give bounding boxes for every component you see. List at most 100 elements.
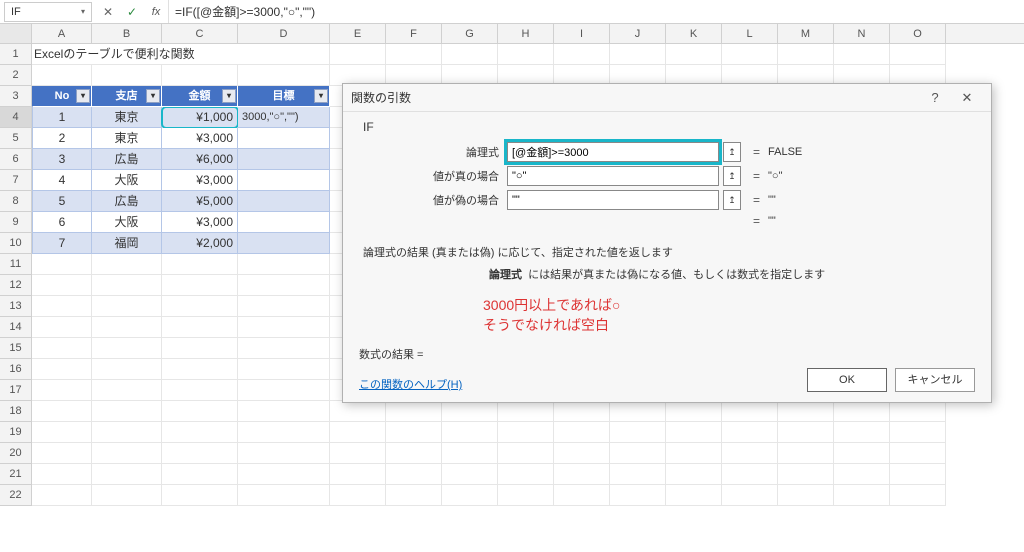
col-header[interactable]: H bbox=[498, 24, 554, 43]
cell-goal[interactable] bbox=[238, 128, 330, 149]
cell[interactable] bbox=[386, 443, 442, 464]
cell[interactable] bbox=[162, 443, 238, 464]
col-header[interactable]: D bbox=[238, 24, 330, 43]
range-selector-icon[interactable]: ↥ bbox=[723, 166, 741, 186]
cell[interactable] bbox=[442, 401, 498, 422]
cell[interactable] bbox=[92, 65, 162, 86]
row-header[interactable]: 18 bbox=[0, 401, 32, 422]
cell[interactable] bbox=[386, 44, 442, 65]
cell[interactable] bbox=[778, 485, 834, 506]
row-header[interactable]: 9 bbox=[0, 212, 32, 233]
cell[interactable] bbox=[610, 464, 666, 485]
cell[interactable] bbox=[610, 401, 666, 422]
cell[interactable] bbox=[32, 65, 92, 86]
row-header[interactable]: 1 bbox=[0, 44, 32, 65]
cell[interactable] bbox=[92, 443, 162, 464]
cell[interactable] bbox=[92, 275, 162, 296]
cell[interactable] bbox=[92, 254, 162, 275]
cell[interactable] bbox=[778, 422, 834, 443]
cell-no[interactable]: 3 bbox=[32, 149, 92, 170]
col-header[interactable]: B bbox=[92, 24, 162, 43]
cell[interactable] bbox=[238, 44, 330, 65]
cell-branch[interactable]: 大阪 bbox=[92, 170, 162, 191]
chevron-down-icon[interactable]: ▾ bbox=[81, 7, 85, 16]
col-header[interactable]: N bbox=[834, 24, 890, 43]
cell[interactable] bbox=[610, 422, 666, 443]
cell[interactable] bbox=[32, 317, 92, 338]
formula-input[interactable]: =IF([@金額]>=3000,"○","") bbox=[168, 0, 1024, 23]
cell[interactable] bbox=[890, 422, 946, 443]
cell[interactable] bbox=[834, 443, 890, 464]
cell[interactable] bbox=[162, 422, 238, 443]
cell[interactable] bbox=[238, 401, 330, 422]
cell-branch[interactable]: 大阪 bbox=[92, 212, 162, 233]
cell[interactable] bbox=[32, 485, 92, 506]
cell[interactable] bbox=[666, 485, 722, 506]
arg-input-false[interactable] bbox=[507, 190, 719, 210]
cell[interactable] bbox=[238, 317, 330, 338]
cell[interactable] bbox=[890, 401, 946, 422]
cell[interactable] bbox=[554, 401, 610, 422]
cell[interactable] bbox=[498, 44, 554, 65]
close-button[interactable]: ✕ bbox=[951, 90, 983, 106]
table-header-amount[interactable]: 金額▾ bbox=[162, 86, 238, 107]
cell-branch[interactable]: 東京 bbox=[92, 107, 162, 128]
cell[interactable] bbox=[610, 443, 666, 464]
cell[interactable] bbox=[162, 296, 238, 317]
col-header[interactable]: I bbox=[554, 24, 610, 43]
filter-dropdown-icon[interactable]: ▾ bbox=[314, 89, 328, 103]
cell[interactable] bbox=[92, 359, 162, 380]
cell[interactable] bbox=[238, 275, 330, 296]
cell[interactable] bbox=[162, 275, 238, 296]
cell-no[interactable]: 4 bbox=[32, 170, 92, 191]
row-header[interactable]: 8 bbox=[0, 191, 32, 212]
cell[interactable] bbox=[92, 296, 162, 317]
cell[interactable] bbox=[92, 401, 162, 422]
cell[interactable] bbox=[386, 401, 442, 422]
cell-goal[interactable] bbox=[238, 170, 330, 191]
cell[interactable] bbox=[32, 464, 92, 485]
enter-formula-button[interactable]: ✓ bbox=[120, 1, 144, 23]
cell[interactable] bbox=[554, 485, 610, 506]
cell[interactable] bbox=[330, 464, 386, 485]
cell[interactable] bbox=[498, 485, 554, 506]
cell[interactable] bbox=[778, 443, 834, 464]
cell[interactable] bbox=[32, 422, 92, 443]
arg-input-logical[interactable] bbox=[507, 142, 719, 162]
cell-goal[interactable] bbox=[238, 233, 330, 254]
cell[interactable] bbox=[92, 317, 162, 338]
cell[interactable] bbox=[834, 44, 890, 65]
cell[interactable] bbox=[162, 65, 238, 86]
row-header[interactable]: 7 bbox=[0, 170, 32, 191]
help-button[interactable]: ? bbox=[919, 90, 951, 105]
cell[interactable] bbox=[890, 485, 946, 506]
cell-amount[interactable]: ¥6,000 bbox=[162, 149, 238, 170]
cell[interactable] bbox=[442, 44, 498, 65]
row-header[interactable]: 14 bbox=[0, 317, 32, 338]
arg-input-true[interactable] bbox=[507, 166, 719, 186]
row-header[interactable]: 15 bbox=[0, 338, 32, 359]
cell[interactable] bbox=[32, 401, 92, 422]
row-header[interactable]: 16 bbox=[0, 359, 32, 380]
cell[interactable] bbox=[162, 485, 238, 506]
cell-branch[interactable]: 広島 bbox=[92, 191, 162, 212]
cell-branch[interactable]: 広島 bbox=[92, 149, 162, 170]
cell-no[interactable]: 1 bbox=[32, 107, 92, 128]
row-header[interactable]: 10 bbox=[0, 233, 32, 254]
col-header[interactable]: C bbox=[162, 24, 238, 43]
cell[interactable] bbox=[778, 464, 834, 485]
help-link[interactable]: この関数のヘルプ(H) bbox=[359, 376, 462, 392]
row-header[interactable]: 2 bbox=[0, 65, 32, 86]
cell[interactable] bbox=[238, 422, 330, 443]
cell[interactable] bbox=[162, 254, 238, 275]
cell[interactable] bbox=[92, 338, 162, 359]
cell[interactable] bbox=[330, 44, 386, 65]
cell[interactable] bbox=[722, 422, 778, 443]
cell[interactable] bbox=[330, 485, 386, 506]
row-header[interactable]: 11 bbox=[0, 254, 32, 275]
cell[interactable] bbox=[238, 464, 330, 485]
cell-goal-editing[interactable]: 3000,"○","") bbox=[238, 107, 330, 128]
cell[interactable] bbox=[92, 422, 162, 443]
cell[interactable] bbox=[330, 443, 386, 464]
filter-dropdown-icon[interactable]: ▾ bbox=[146, 89, 160, 103]
